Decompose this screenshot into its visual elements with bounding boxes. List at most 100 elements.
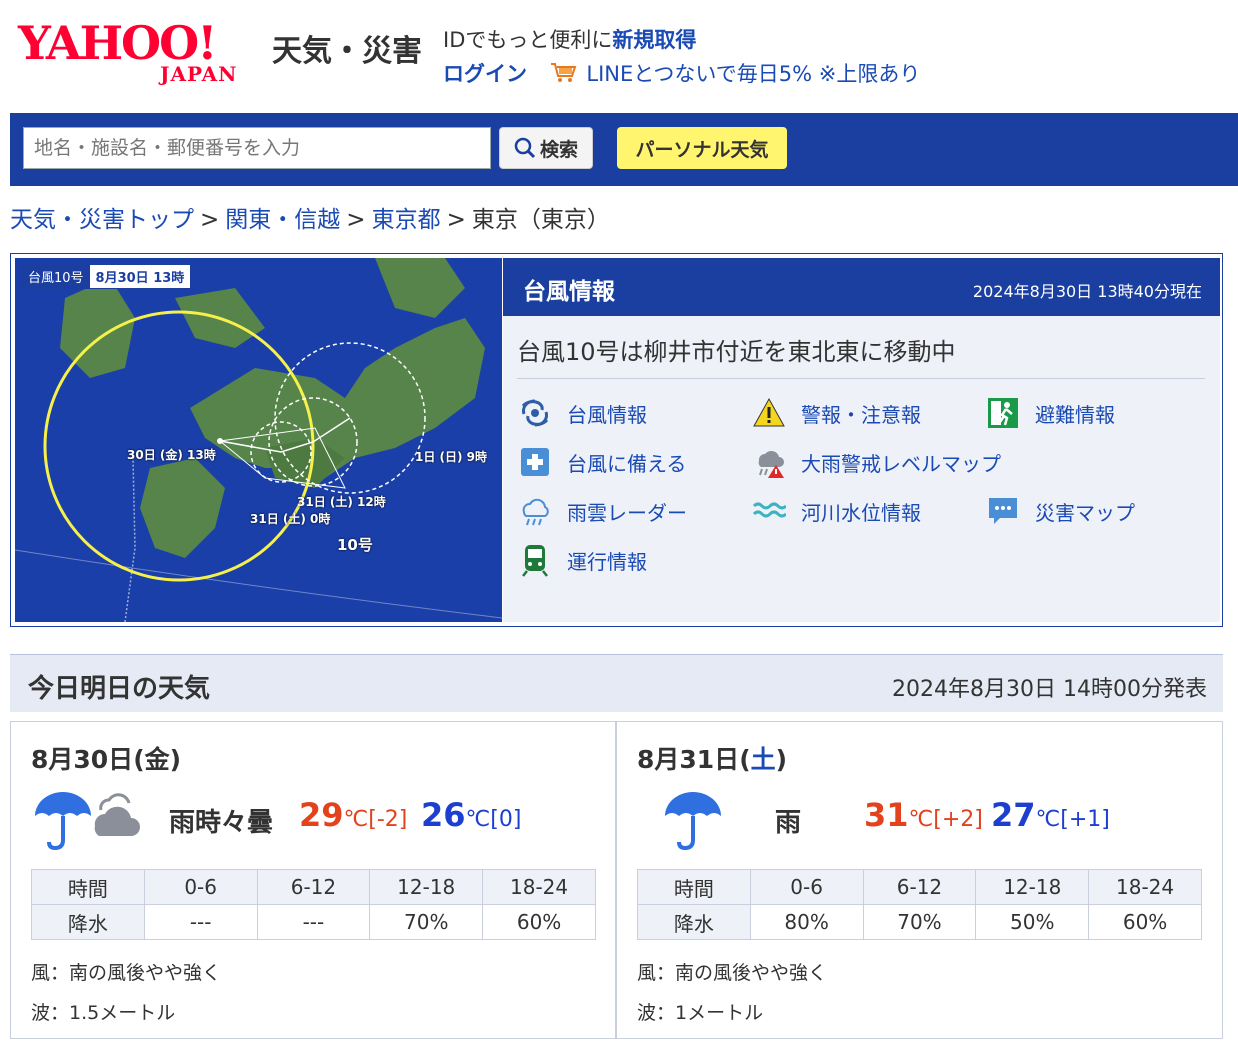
heavy-rain-icon: [751, 445, 787, 479]
high-temp: 29℃[-2]: [299, 796, 407, 834]
link-warnings[interactable]: 警報・注意報: [751, 396, 921, 430]
breadcrumb-kanto[interactable]: 関東・信越: [225, 207, 340, 233]
precip-header-row: 時間 0-6 6-12 12-18 18-24: [637, 869, 1202, 905]
link-label: 警報・注意報: [801, 402, 921, 427]
typhoon-section: 台風10号 8月30日 13時 30日 (金) 13時 31日 (土) 0時 3…: [10, 253, 1223, 627]
precip-cell: 70%: [862, 904, 977, 940]
link-typhoon-prepare[interactable]: 台風に備える: [517, 445, 686, 479]
chat-map-icon: [985, 494, 1021, 528]
link-evacuation[interactable]: 避難情報: [985, 396, 1115, 430]
breadcrumb-current: 東京（東京）: [471, 207, 610, 233]
wave-info: 波：1.5メートル: [31, 1002, 176, 1024]
precip-cell: 時間: [637, 869, 751, 905]
site-header: YAHOO! JAPAN 天気・災害 IDでもっと便利に新規取得 ログイン LI…: [0, 0, 1238, 110]
wind-info: 風：南の風後やや強く: [637, 962, 828, 984]
typhoon-info-panel: 台風情報 2024年8月30日 13時40分現在 台風10号は柳井市付近を東北東…: [503, 258, 1220, 622]
low-temp-diff: ℃[+1]: [1035, 807, 1110, 832]
weather-telop: 雨時々曇: [169, 808, 274, 838]
service-name[interactable]: 天気・災害: [272, 26, 422, 70]
precip-header-row: 時間 0-6 6-12 12-18 18-24: [31, 869, 596, 905]
day-of-week: 土: [750, 745, 776, 774]
link-label: 災害マップ: [1035, 500, 1135, 525]
typhoon-map[interactable]: 台風10号 8月30日 13時 30日 (金) 13時 31日 (土) 0時 3…: [15, 258, 502, 622]
train-icon: [517, 543, 553, 577]
first-aid-icon: [517, 445, 553, 479]
link-label: 河川水位情報: [801, 500, 921, 525]
precip-cell: 18-24: [1088, 869, 1202, 905]
breadcrumb-separator: >: [200, 207, 220, 233]
day-of-week: 金: [144, 745, 170, 774]
link-heavy-rain-map[interactable]: 大雨警戒レベルマップ: [751, 445, 1001, 479]
map-point-label: 1日 (日) 9時: [415, 450, 488, 464]
breadcrumb-tokyo-pref[interactable]: 東京都: [372, 207, 441, 233]
dow-close: ): [169, 745, 182, 774]
divider: [517, 378, 1205, 379]
weather-telop: 雨: [775, 808, 802, 838]
forecast-today: 8月30日(金) 雨時々曇 29℃[-2] 26℃[0] 時間 0-6 6-12…: [10, 721, 616, 1039]
precip-cell: 80%: [749, 904, 864, 940]
line-promo-link[interactable]: LINEとつないで毎日5% ※上限あり: [586, 62, 920, 86]
date-text: 8月30日: [31, 745, 134, 774]
cart-icon: [550, 63, 577, 82]
precip-value-row: 降水 --- --- 70% 60%: [31, 904, 596, 940]
precip-cell: ---: [256, 904, 371, 940]
forecast-header: 今日明日の天気 2024年8月30日 14時00分発表: [10, 654, 1223, 712]
precip-cell: 50%: [975, 904, 1090, 940]
precip-cell: 降水: [31, 904, 145, 940]
typhoon-status: 台風10号は柳井市付近を東北東に移動中: [517, 338, 956, 366]
link-train-info[interactable]: 運行情報: [517, 543, 647, 577]
precip-cell: 12-18: [369, 869, 484, 905]
signup-link[interactable]: 新規取得: [612, 28, 696, 52]
link-label: 大雨警戒レベルマップ: [801, 451, 1001, 476]
forecast-date: 8月31日(土): [637, 740, 787, 776]
precip-cell: 時間: [31, 869, 145, 905]
low-temp-value: 26: [421, 796, 466, 834]
logo-text: YAHOO!: [18, 16, 217, 70]
search-bar: 検索 パーソナル天気: [10, 113, 1238, 186]
low-temp: 27℃[+1]: [991, 796, 1110, 834]
typhoon-info-time: 2024年8月30日 13時40分現在: [972, 282, 1202, 301]
link-label: 運行情報: [567, 549, 647, 574]
forecast-title: 今日明日の天気: [28, 674, 211, 704]
breadcrumb-top[interactable]: 天気・災害トップ: [10, 207, 194, 233]
yahoo-japan-logo[interactable]: YAHOO! JAPAN: [18, 18, 268, 88]
map-label-time: 8月30日 13時: [95, 271, 185, 286]
typhoon-info-title[interactable]: 台風情報: [523, 272, 615, 306]
precip-cell: 降水: [637, 904, 751, 940]
forecast-tomorrow: 8月31日(土) 雨 31℃[+2] 27℃[+1] 時間 0-6 6-12 1…: [616, 721, 1223, 1039]
link-river-level[interactable]: 河川水位情報: [751, 494, 921, 528]
evacuation-icon: [985, 396, 1021, 430]
high-temp-value: 31: [864, 796, 909, 834]
search-input[interactable]: [23, 127, 491, 169]
link-disaster-map[interactable]: 災害マップ: [985, 494, 1135, 528]
map-label: 台風10号 8月30日 13時: [21, 264, 192, 289]
id-prompt: IDでもっと便利に新規取得: [443, 24, 696, 54]
high-temp-diff: ℃[-2]: [343, 807, 408, 832]
link-typhoon-info[interactable]: 台風情報: [517, 396, 647, 430]
search-button[interactable]: 検索: [499, 127, 593, 169]
forecast-date: 8月30日(金): [31, 740, 181, 776]
link-label: 避難情報: [1035, 402, 1115, 427]
wind-info: 風：南の風後やや強く: [31, 962, 222, 984]
precip-cell: 6-12: [862, 869, 977, 905]
high-temp: 31℃[+2]: [864, 796, 983, 834]
breadcrumb-separator: >: [446, 207, 466, 233]
link-label: 雨雲レーダー: [567, 500, 687, 525]
map-typhoon-name: 10号: [337, 536, 373, 554]
precip-cell: 60%: [482, 904, 596, 940]
rain-then-cloud-icon: [35, 792, 140, 851]
personal-weather-button[interactable]: パーソナル天気: [617, 127, 787, 169]
dow-open: (: [133, 745, 145, 774]
warning-icon: [751, 396, 787, 430]
precip-value-row: 降水 80% 70% 50% 60%: [637, 904, 1202, 940]
precip-table: 時間 0-6 6-12 12-18 18-24 降水 80% 70% 50% 6…: [637, 869, 1202, 940]
map-point-label: 30日 (金) 13時: [127, 448, 216, 462]
precip-cell: 6-12: [256, 869, 371, 905]
id-prompt-text: IDでもっと便利に: [443, 28, 613, 52]
link-rain-radar[interactable]: 雨雲レーダー: [517, 494, 687, 528]
login-link[interactable]: ログイン: [443, 62, 527, 86]
login-row: ログイン LINEとつないで毎日5% ※上限あり: [443, 58, 920, 88]
forecast-issued: 2024年8月30日 14時00分発表: [892, 677, 1207, 702]
low-temp-diff: ℃[0]: [465, 807, 522, 832]
map-label-name: 台風10号: [22, 265, 90, 288]
